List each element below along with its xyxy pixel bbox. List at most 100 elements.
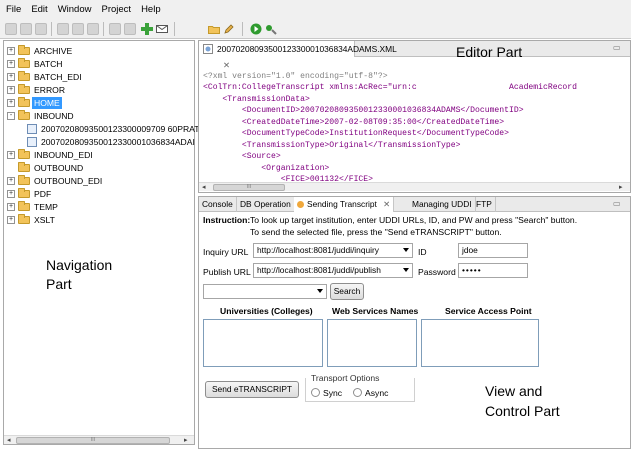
expand-icon[interactable]: + [7, 151, 15, 159]
editor-tab[interactable]: 2007020809350012330001036834ADAMS.XML ✕ [199, 41, 396, 70]
tree-item-label: PDF [34, 189, 52, 199]
access-point-header: Service Access Point [445, 306, 532, 316]
collapse-icon[interactable]: - [7, 112, 15, 120]
inquiry-url-label: Inquiry URL [203, 247, 249, 257]
horizontal-scrollbar[interactable]: ◂ III ▸ [4, 435, 194, 444]
tab-sending-transcript[interactable]: Sending Transcript ✕ [294, 197, 395, 212]
expand-icon[interactable]: + [7, 73, 15, 81]
mail-icon[interactable] [156, 23, 168, 35]
scroll-right-icon[interactable]: ▸ [184, 436, 188, 445]
password-field[interactable]: ••••• [458, 263, 528, 278]
validate-icon[interactable] [109, 23, 121, 35]
scroll-left-icon[interactable]: ◂ [7, 436, 11, 445]
xml-file-icon [203, 44, 213, 54]
tab-label: Sending Transcript [307, 199, 377, 209]
web-services-list[interactable] [327, 319, 417, 367]
search-button[interactable]: Search [330, 283, 364, 300]
tree-item-label: 2007020809350012330001036834ADAI [41, 137, 195, 147]
folder-icon [18, 162, 30, 172]
expand-icon[interactable]: + [7, 86, 15, 94]
menu-bar: File Edit Window Project Help [0, 0, 631, 19]
edit-icon[interactable] [223, 23, 235, 35]
code-line: <Organization> [203, 163, 330, 173]
tab-managing-uddi[interactable]: Managing UDDI [409, 197, 476, 212]
editor-horizontal-scrollbar[interactable]: ◂ III ▸ [199, 182, 630, 191]
instruction-label: Instruction: [203, 215, 251, 225]
menu-file[interactable]: File [6, 4, 21, 15]
menu-help[interactable]: Help [141, 4, 161, 15]
expand-icon[interactable]: + [7, 216, 15, 224]
folder-icon [18, 84, 30, 94]
expand-icon[interactable]: + [7, 190, 15, 198]
minimize-icon[interactable]: ▭ [613, 199, 621, 208]
scroll-thumb[interactable]: III [16, 437, 170, 444]
folder-open-icon [18, 110, 30, 120]
tab-console[interactable]: Console [199, 197, 237, 212]
scroll-left-icon[interactable]: ◂ [202, 183, 206, 192]
add-icon[interactable] [141, 23, 153, 35]
paste-icon[interactable] [87, 23, 99, 35]
chevron-down-icon [317, 289, 323, 293]
folder-icon [18, 58, 30, 68]
expand-icon[interactable]: + [7, 99, 15, 107]
access-point-list[interactable] [421, 319, 539, 367]
tab-db-operation[interactable]: DB Operation [237, 197, 295, 212]
debug-icon[interactable] [265, 23, 277, 35]
async-label: Async [365, 388, 389, 398]
xml-file-icon [27, 124, 37, 134]
expand-icon[interactable]: + [7, 177, 15, 185]
code-line: <ColTrn:CollegeTranscript xmlns:AcRec="u… [203, 83, 577, 92]
institution-select[interactable] [203, 284, 327, 299]
scroll-right-icon[interactable]: ▸ [619, 183, 623, 192]
editor-tab-bar: 2007020809350012330001036834ADAMS.XML ✕ … [199, 41, 630, 70]
chevron-down-icon [403, 268, 409, 272]
tree-item-label: TEMP [34, 202, 58, 212]
open-folder-icon[interactable] [208, 23, 220, 35]
code-line: <CreatedDateTime>2007-02-08T09:35:00</Cr… [203, 117, 505, 127]
universities-header: Universities (Colleges) [220, 306, 313, 316]
tree-item-label: 20070208093500123300009709 60PRATT [41, 124, 205, 134]
tree-item-label: ERROR [34, 85, 66, 95]
expand-icon[interactable]: + [7, 47, 15, 55]
save-as-icon[interactable] [20, 23, 32, 35]
inquiry-url-select[interactable]: http://localhost:8081/juddi/inquiry [253, 243, 413, 258]
transform-icon[interactable] [124, 23, 136, 35]
send-etranscript-button[interactable]: Send eTRANSCRIPT [205, 381, 299, 398]
scroll-thumb[interactable]: III [213, 184, 285, 191]
folder-icon [18, 175, 30, 185]
close-icon[interactable]: ✕ [383, 199, 390, 209]
menu-project[interactable]: Project [101, 4, 131, 15]
expand-icon[interactable]: + [7, 203, 15, 211]
cut-icon[interactable] [57, 23, 69, 35]
async-radio[interactable] [353, 388, 362, 397]
folder-icon [18, 45, 30, 55]
save-icon[interactable] [5, 23, 17, 35]
run-icon[interactable] [250, 23, 262, 35]
universities-list[interactable] [203, 319, 323, 367]
folder-icon [18, 214, 30, 224]
instruction-text-2: To send the selected file, press the "Se… [250, 227, 502, 237]
tab-ftp[interactable]: FTP [473, 197, 496, 212]
print-icon[interactable] [35, 23, 47, 35]
folder-icon [18, 71, 30, 81]
code-line: <Source> [203, 152, 281, 161]
menu-edit[interactable]: Edit [31, 4, 47, 15]
copy-icon[interactable] [72, 23, 84, 35]
minimize-icon[interactable]: ▭ [613, 43, 621, 52]
publish-url-select[interactable]: http://localhost:8081/juddi/publish [253, 263, 413, 278]
folder-icon [18, 97, 30, 107]
view-control-annotation-2: Control Part [485, 403, 560, 419]
id-field[interactable]: jdoe [458, 243, 528, 258]
id-label: ID [418, 247, 427, 257]
chevron-down-icon [403, 248, 409, 252]
navigation-annotation-2: Part [46, 276, 72, 292]
menu-window[interactable]: Window [58, 4, 92, 15]
sync-radio[interactable] [311, 388, 320, 397]
tree-item-label: HOME [32, 97, 62, 109]
navigation-annotation: Navigation [46, 257, 113, 273]
code-line: <DocumentID>2007020809350012330001036834… [203, 106, 524, 115]
expand-icon[interactable]: + [7, 60, 15, 68]
view-control-annotation: View and [485, 383, 543, 399]
inquiry-url-value: http://localhost:8081/juddi/inquiry [257, 245, 379, 255]
sync-label: Sync [323, 388, 343, 398]
